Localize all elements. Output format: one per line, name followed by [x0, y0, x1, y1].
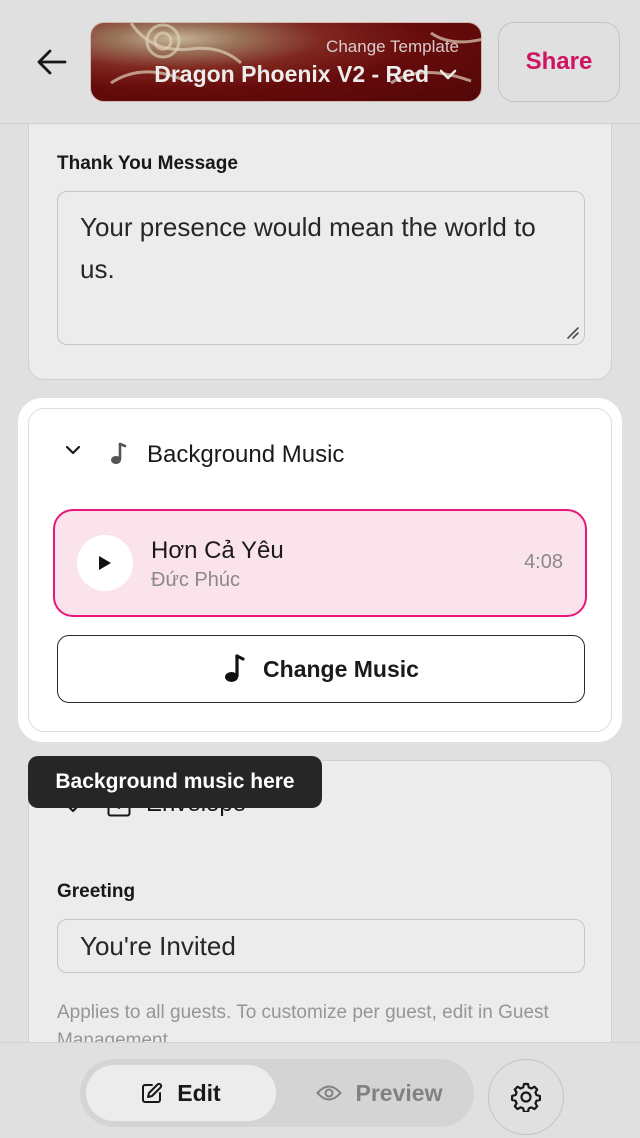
arrow-left-icon — [37, 49, 67, 75]
music-note-icon — [225, 654, 245, 682]
edit-label: Edit — [177, 1079, 221, 1106]
play-icon — [99, 556, 111, 570]
selected-track[interactable]: Hơn Cả Yêu Đức Phúc 4:08 — [53, 509, 587, 617]
template-name: Dragon Phoenix V2 - Red — [154, 61, 429, 87]
template-subtitle: Change Template — [326, 37, 459, 56]
music-section-header[interactable]: Background Music — [29, 409, 611, 501]
bottom-toolbar: Edit Preview — [0, 1042, 640, 1138]
settings-button[interactable] — [488, 1059, 564, 1135]
thank-you-card: Thank You Message Your presence would me… — [28, 100, 612, 380]
thank-you-textarea[interactable]: Your presence would mean the world to us… — [57, 191, 585, 345]
template-name-row: Dragon Phoenix V2 - Red — [154, 61, 457, 88]
change-template-button[interactable]: Change Template Dragon Phoenix V2 - Red — [90, 22, 482, 102]
chevron-down-icon — [65, 445, 81, 455]
music-note-icon — [111, 442, 127, 464]
track-artist: Đức Phúc — [151, 569, 240, 591]
preview-tab[interactable]: Preview — [294, 1065, 464, 1121]
edit-icon — [142, 1082, 163, 1103]
envelope-card: Greeting You're Invited Applies to all g… — [28, 760, 612, 1080]
background-music-card: Background Music Hơn Cả Yêu Đức Phúc 4:0… — [28, 408, 612, 732]
play-button[interactable] — [77, 535, 133, 591]
mode-switch: Edit Preview — [80, 1059, 474, 1127]
change-music-button[interactable]: Change Music — [57, 635, 585, 703]
thank-you-text: Your presence would mean the world to us… — [80, 212, 536, 284]
gear-icon — [511, 1082, 541, 1112]
track-duration: 4:08 — [524, 551, 563, 573]
greeting-label: Greeting — [57, 881, 136, 902]
thank-you-label: Thank You Message — [57, 153, 238, 174]
edit-tab[interactable]: Edit — [86, 1065, 276, 1121]
top-bar: Change Template Dragon Phoenix V2 - Red … — [0, 0, 640, 124]
chevron-down-icon — [439, 69, 457, 79]
preview-label: Preview — [355, 1079, 443, 1106]
resize-grip-icon[interactable] — [566, 326, 580, 340]
music-section-title: Background Music — [147, 441, 345, 468]
tutorial-tooltip: Background music here — [28, 756, 322, 808]
back-button[interactable] — [26, 40, 78, 84]
share-button[interactable]: Share — [498, 22, 620, 102]
eye-icon — [315, 1085, 342, 1101]
greeting-value: You're Invited — [80, 930, 236, 961]
track-title: Hơn Cả Yêu — [151, 537, 284, 564]
change-music-label: Change Music — [263, 655, 419, 682]
greeting-input[interactable]: You're Invited — [57, 919, 585, 973]
